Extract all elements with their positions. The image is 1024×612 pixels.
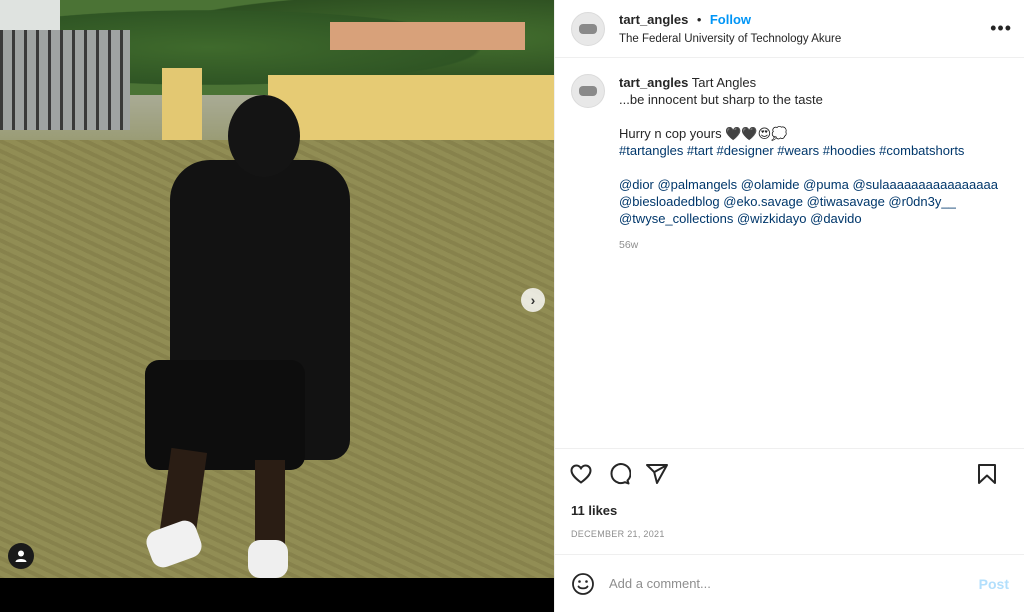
avatar-logo [579, 23, 597, 34]
post-date: DECEMBER 21, 2021 [571, 529, 665, 539]
caption-time[interactable]: 56w [619, 237, 999, 254]
post-photo[interactable]: › [0, 0, 554, 578]
caption-gap [619, 159, 999, 176]
username-link[interactable]: tart_angles [619, 12, 688, 27]
caption-hashtags[interactable]: #tartangles #tart #designer #wears #hood… [619, 142, 999, 159]
avatar[interactable] [571, 11, 605, 46]
person-shoe [248, 540, 288, 578]
header-text: tart_angles • Follow The Federal Univers… [619, 10, 841, 46]
caption-mentions[interactable]: @biesloadedblog @eko.savage @tiwasavage … [619, 193, 999, 210]
caption-mentions[interactable]: @dior @palmangels @olamide @puma @sulaaa… [619, 176, 999, 193]
person-head [228, 95, 300, 177]
likes-count[interactable]: 11 likes [555, 503, 1024, 518]
caption-gap [619, 108, 999, 125]
post-header: tart_angles • Follow The Federal Univers… [555, 0, 1024, 58]
caption-body: tart_angles Tart Angles ...be innocent b… [619, 74, 999, 448]
caption-text: ...be innocent but sharp to the taste [619, 92, 823, 107]
photo-person [140, 90, 370, 578]
emoji-icon[interactable] [571, 572, 595, 596]
caption-text: Tart Angles [691, 75, 757, 90]
post-actions: 11 likes DECEMBER 21, 2021 [555, 448, 1024, 539]
person-shorts [145, 360, 305, 470]
separator-dot: • [696, 12, 702, 28]
caption-text: Hurry n cop yours 🖤🖤😍💭 [619, 126, 788, 141]
photo-roof [330, 22, 525, 50]
user-tag-icon [15, 550, 27, 562]
heart-icon[interactable] [569, 462, 593, 486]
caption-first-line: tart_angles Tart Angles [619, 74, 999, 91]
person-leg [255, 460, 285, 550]
photo-bottom-strip [0, 578, 554, 612]
next-photo-button[interactable]: › [521, 288, 545, 312]
comment-icon[interactable] [607, 462, 631, 486]
user-tag-button[interactable] [8, 543, 34, 569]
comment-input[interactable] [607, 575, 971, 592]
post-side-panel: tart_angles • Follow The Federal Univers… [554, 0, 1024, 612]
avatar-logo [579, 86, 597, 96]
comment-bar: Post [555, 554, 1024, 612]
chevron-right-icon: › [530, 292, 536, 308]
caption: tart_angles Tart Angles ...be innocent b… [555, 58, 1024, 448]
caption-mentions[interactable]: @twyse_collections @wizkidayo @davido [619, 210, 999, 227]
photo-fence [0, 30, 130, 130]
post-comment-button[interactable]: Post [979, 576, 1009, 592]
avatar[interactable] [571, 74, 605, 108]
follow-button[interactable]: Follow [710, 12, 751, 27]
more-options-icon[interactable]: ••• [990, 18, 1012, 39]
bookmark-icon[interactable] [975, 462, 999, 486]
share-icon[interactable] [645, 462, 669, 486]
location-link[interactable]: The Federal University of Technology Aku… [619, 32, 841, 46]
action-icons [555, 449, 1024, 499]
caption-username[interactable]: tart_angles [619, 75, 688, 90]
